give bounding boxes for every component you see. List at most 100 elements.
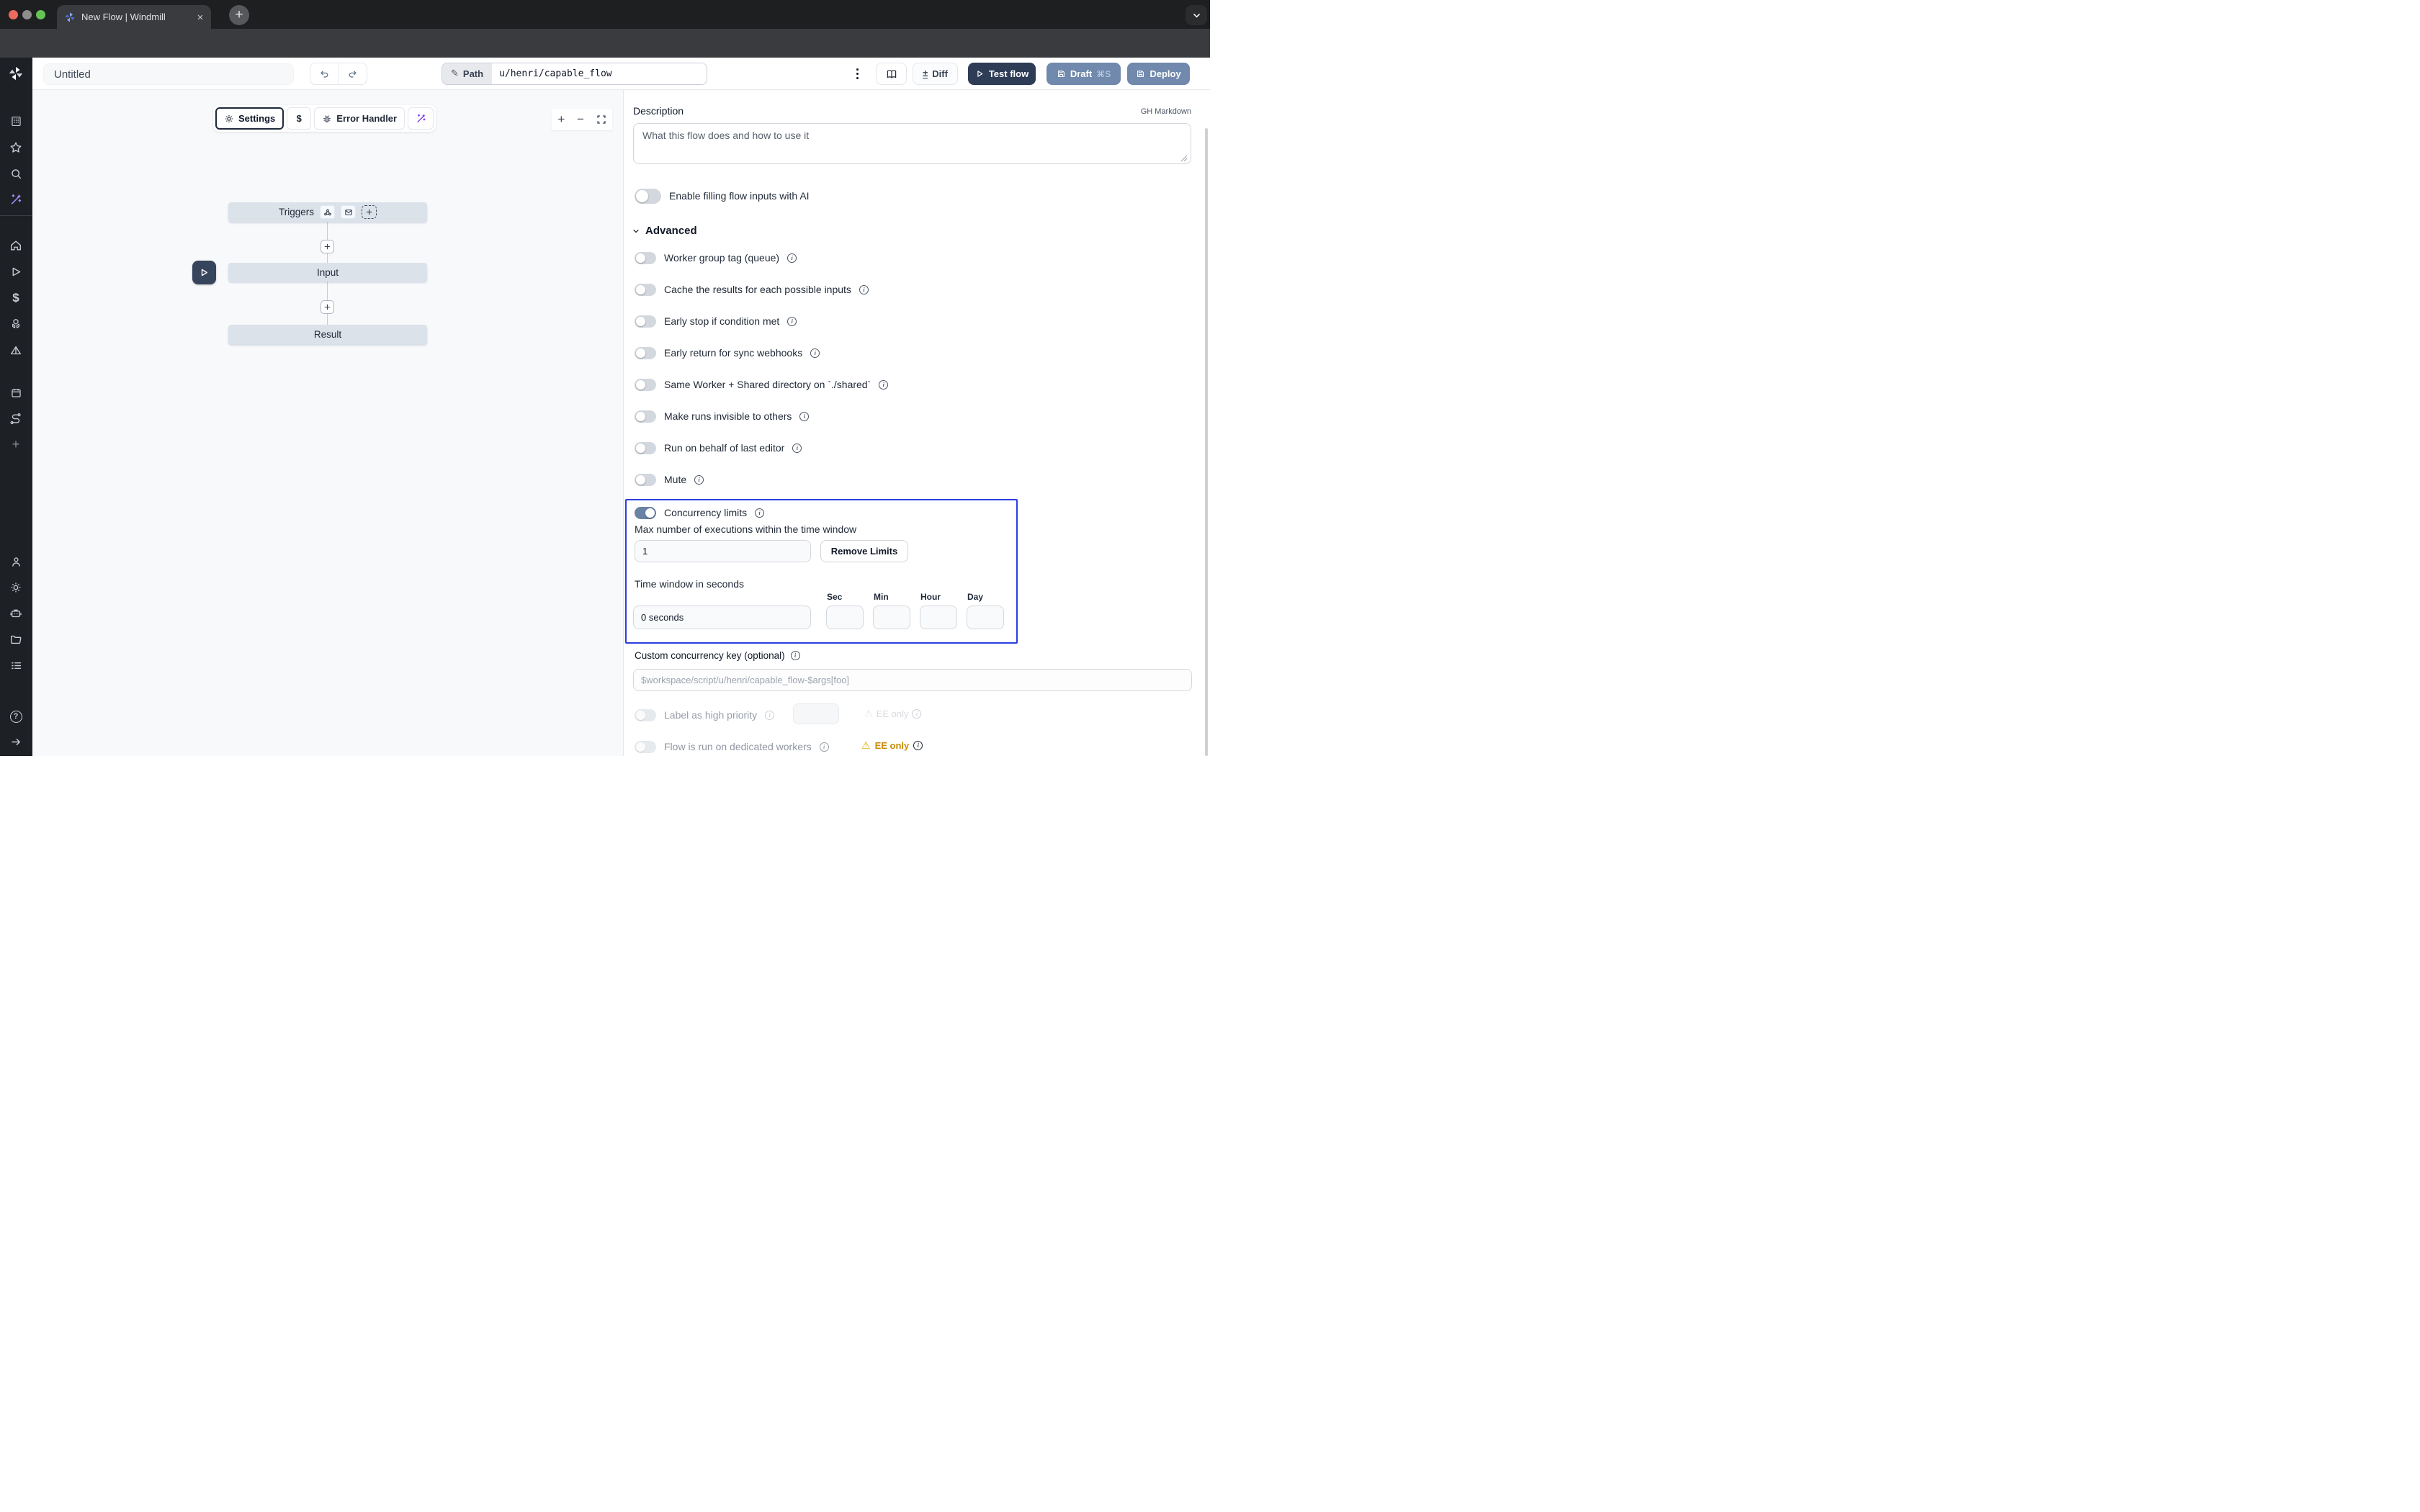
sidebar-item-runs[interactable] [7,263,24,280]
sidebar-item-create[interactable]: + [7,436,24,453]
flow-path-input[interactable] [492,63,707,84]
info-icon[interactable]: i [755,508,764,518]
early-return-toggle[interactable] [635,347,656,359]
sidebar-item-home[interactable] [7,237,24,254]
hour-input[interactable] [920,606,957,629]
close-tab-icon[interactable] [197,14,204,21]
tab-search-button[interactable] [1186,5,1207,25]
new-tab-button[interactable]: + [229,5,249,25]
ai-inputs-toggle[interactable] [635,189,661,204]
sidebar-item-workers[interactable] [7,605,24,622]
same-worker-toggle[interactable] [635,379,656,391]
deploy-button[interactable]: Deploy [1127,63,1190,85]
email-trigger-button[interactable] [341,205,356,219]
flow-variables-button[interactable]: $ [287,107,311,130]
time-window-label: Time window in seconds [635,578,744,590]
browser-tab[interactable]: New Flow | Windmill [57,5,211,29]
zoom-window-button[interactable] [36,10,45,19]
sidebar-item-help[interactable]: ? [7,708,24,725]
result-node[interactable]: Result [228,325,427,344]
sidebar-item-variables[interactable]: $ [7,289,24,307]
minimize-window-button[interactable] [22,10,32,19]
toggle-row-mute: Mute i [635,472,704,487]
input-node[interactable]: Input [228,263,427,282]
max-executions-input[interactable] [635,540,811,562]
flow-settings-button[interactable]: Settings [215,107,284,130]
canvas-toolbar: Settings $ Error Handler [213,105,436,132]
resize-handle-icon[interactable] [1180,155,1188,162]
sidebar-item-pyramid[interactable] [7,342,24,359]
draft-button[interactable]: Draft ⌘S [1047,63,1121,85]
worker-group-toggle[interactable] [635,252,656,264]
insert-step-button[interactable] [321,240,334,253]
advanced-section-header[interactable]: Advanced [632,225,697,237]
sidebar-collapse-button[interactable] [7,733,24,750]
sidebar-item-search[interactable] [7,165,24,182]
mute-toggle[interactable] [635,474,656,486]
info-icon[interactable]: i [791,651,800,660]
toggle-row-early-stop: Early stop if condition met i [635,314,797,328]
sidebar-item-logs[interactable] [7,657,24,674]
info-icon[interactable]: i [913,741,923,750]
info-icon[interactable]: i [879,380,888,390]
cache-results-toggle[interactable] [635,284,656,296]
insert-step-button[interactable] [321,300,334,314]
invisible-runs-toggle[interactable] [635,410,656,423]
diff-button[interactable]: ± Diff [913,63,958,85]
info-icon[interactable]: i [787,317,797,326]
info-icon[interactable]: i [792,444,802,453]
dedicated-workers-toggle[interactable] [635,741,656,753]
info-icon[interactable]: i [859,285,869,294]
sidebar-item-favorites[interactable] [7,139,24,156]
close-window-button[interactable] [9,10,18,19]
settings-label: Settings [238,113,275,124]
run-input-button[interactable] [192,261,216,284]
info-icon[interactable]: i [787,253,797,263]
custom-key-input[interactable] [633,669,1192,691]
sidebar-item-workspace[interactable] [7,112,24,130]
undo-redo-group [310,63,367,85]
min-input[interactable] [873,606,910,629]
run-on-behalf-toggle[interactable] [635,442,656,454]
description-textarea[interactable] [633,123,1191,164]
diff-label: Diff [932,68,948,79]
info-icon[interactable]: i [820,742,829,752]
home-icon [9,239,22,252]
info-icon[interactable]: i [694,475,704,485]
error-handler-button[interactable]: Error Handler [314,107,405,130]
sidebar-divider [0,215,32,216]
high-priority-input[interactable] [793,703,839,724]
remove-limits-button[interactable]: Remove Limits [820,540,908,562]
triggers-node[interactable]: Triggers [228,202,427,222]
more-options-button[interactable] [850,65,864,82]
sidebar-item-settings[interactable] [7,579,24,596]
sidebar-item-resources[interactable] [7,315,24,333]
webhook-trigger-button[interactable] [320,205,335,219]
add-trigger-button[interactable] [362,205,377,219]
panel-scrollbar[interactable] [1205,128,1208,756]
high-priority-toggle[interactable] [635,709,656,721]
sidebar-item-user[interactable] [7,553,24,570]
concurrency-limits-toggle[interactable] [635,507,656,519]
docs-button[interactable] [876,63,907,85]
info-icon[interactable]: i [765,711,774,720]
info-icon[interactable]: i [799,412,809,421]
ai-assistant-button[interactable] [408,107,434,130]
day-input[interactable] [967,606,1004,629]
fit-view-icon[interactable] [596,114,606,125]
undo-button[interactable] [310,63,339,84]
early-stop-toggle[interactable] [635,315,656,328]
time-window-input[interactable] [633,606,811,629]
zoom-out-button[interactable]: − [577,112,584,127]
sidebar-item-folders[interactable] [7,631,24,648]
test-flow-button[interactable]: Test flow [968,63,1036,85]
flow-name-input[interactable] [43,63,294,85]
sidebar-item-schedules[interactable] [7,384,24,401]
info-icon[interactable]: i [810,348,820,358]
redo-button[interactable] [339,63,367,84]
info-icon[interactable]: i [912,709,921,719]
sidebar-item-flows[interactable] [7,410,24,428]
sidebar-item-ai[interactable] [7,191,24,208]
zoom-in-button[interactable]: + [557,112,565,127]
sec-input[interactable] [826,606,864,629]
